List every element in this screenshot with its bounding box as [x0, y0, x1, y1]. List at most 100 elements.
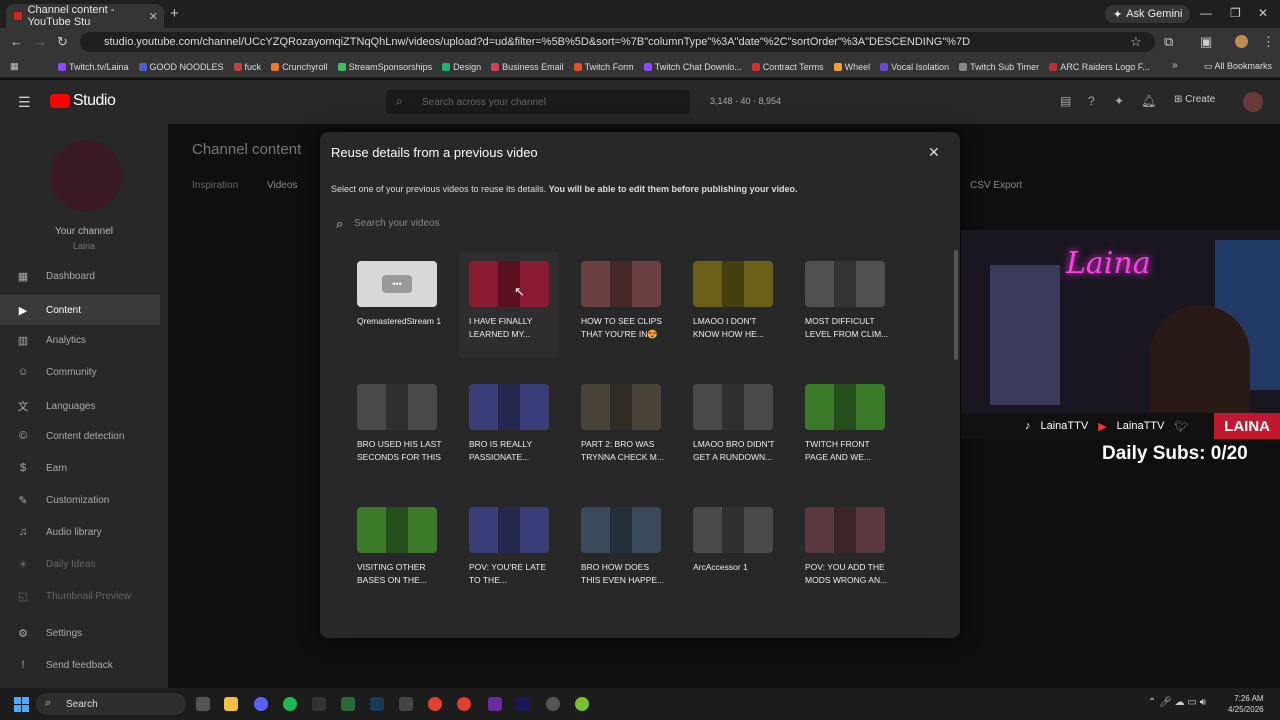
- all-bookmarks-button[interactable]: ▭ All Bookmarks: [1204, 61, 1272, 72]
- discord-icon[interactable]: [254, 697, 268, 711]
- video-card[interactable]: I HAVE FINALLY LEARNED MY...: [469, 261, 559, 341]
- video-thumbnail[interactable]: •••: [357, 261, 437, 307]
- minimize-button[interactable]: —: [1200, 6, 1212, 20]
- bookmark-item[interactable]: Contract Terms: [751, 62, 824, 72]
- sidebar-item-community[interactable]: ☺ Community: [16, 366, 166, 378]
- video-card[interactable]: HOW TO SEE CLIPS THAT YOU'RE IN😍: [581, 261, 671, 341]
- video-thumbnail[interactable]: [805, 507, 885, 553]
- steam-icon[interactable]: [370, 697, 384, 711]
- close-window-button[interactable]: ✕: [1258, 6, 1268, 20]
- back-icon[interactable]: ←: [10, 34, 23, 49]
- video-thumbnail[interactable]: [357, 507, 437, 553]
- bookmark-item[interactable]: GOOD NOODLES: [138, 62, 224, 72]
- sidebar-item-daily-ideas[interactable]: ☀ Daily Ideas: [16, 558, 166, 571]
- video-card[interactable]: LMAOO BRO DIDN'T GET A RUNDOWN...: [693, 384, 783, 464]
- create-button[interactable]: ⊞ Create: [1174, 94, 1215, 105]
- bookmark-item[interactable]: fuck: [233, 62, 261, 72]
- file-explorer-icon[interactable]: [224, 697, 238, 711]
- sidebar-item-content[interactable]: ▶ Content: [0, 295, 160, 325]
- video-card[interactable]: LMAOO I DON'T KNOW HOW HE...: [693, 261, 783, 341]
- sidebar-item-audio-library[interactable]: ♫ Audio library: [16, 526, 166, 538]
- video-card[interactable]: POV: YOU'RE LATE TO THE...: [469, 507, 559, 587]
- dialog-scrollbar[interactable]: [954, 250, 958, 360]
- bookmark-item[interactable]: Twitch Form: [573, 62, 634, 72]
- sidebar-item-thumbnail-preview[interactable]: ◱ Thumbnail Preview: [16, 590, 166, 603]
- video-thumbnail[interactable]: [357, 384, 437, 430]
- video-card[interactable]: ArcAccessor 1: [693, 507, 783, 574]
- sidebar-item-dashboard[interactable]: ▦ Dashboard: [16, 270, 166, 283]
- video-thumbnail[interactable]: [693, 261, 773, 307]
- task-view-icon[interactable]: [196, 697, 210, 711]
- bookmark-item[interactable]: Design: [442, 62, 481, 72]
- help-icon[interactable]: ?: [1088, 94, 1095, 108]
- video-thumbnail[interactable]: [581, 384, 661, 430]
- new-tab-button[interactable]: +: [170, 5, 179, 22]
- bookmark-item[interactable]: StreamSponsorships: [337, 62, 432, 72]
- app-icon[interactable]: [312, 697, 326, 711]
- bookmark-star-icon[interactable]: ☆: [1130, 34, 1142, 50]
- video-thumbnail[interactable]: [469, 384, 549, 430]
- obs-icon[interactable]: [399, 697, 413, 711]
- excel-icon[interactable]: [341, 697, 355, 711]
- clock[interactable]: 7:26 AM 4/25/2026: [1228, 693, 1264, 715]
- video-card[interactable]: PART 2: BRO WAS TRYNNA CHECK M...: [581, 384, 671, 464]
- video-card[interactable]: POV: YOU ADD THE MODS WRONG AN...: [805, 507, 895, 587]
- video-card[interactable]: BRO USED HIS LAST SECONDS FOR THIS: [357, 384, 447, 464]
- video-card[interactable]: BRO IS REALLY PASSIONATE...: [469, 384, 559, 464]
- video-card[interactable]: TWITCH FRONT PAGE AND WE...: [805, 384, 895, 464]
- system-tray[interactable]: ⌃ 🎤︎ ☁ ▭ 🔊︎: [1148, 697, 1206, 708]
- sparkle-icon[interactable]: ✦: [1114, 94, 1124, 108]
- sidebar-item-analytics[interactable]: ▥ Analytics: [16, 334, 166, 347]
- sidebar-item-content-detection[interactable]: © Content detection: [16, 430, 166, 442]
- close-tab-icon[interactable]: ✕: [149, 10, 158, 23]
- reload-icon[interactable]: ↻: [57, 34, 68, 50]
- tab-inspiration[interactable]: Inspiration: [192, 180, 238, 191]
- bookmark-item[interactable]: Twitch Sub Timer: [959, 62, 1039, 72]
- apps-icon[interactable]: ▦: [10, 61, 19, 72]
- app-icon[interactable]: [546, 697, 560, 711]
- more-bookmarks-icon[interactable]: »: [1172, 60, 1178, 71]
- browser-tab[interactable]: Channel content - YouTube Stu ✕: [6, 4, 164, 28]
- sidebar-item-customization[interactable]: ✎ Customization: [16, 494, 166, 507]
- chrome-icon[interactable]: [428, 697, 442, 711]
- video-thumbnail[interactable]: [469, 507, 549, 553]
- sidebar-item-settings[interactable]: ⚙ Settings: [16, 627, 166, 640]
- chrome-active-icon[interactable]: [457, 697, 471, 711]
- tab-videos[interactable]: Videos: [267, 180, 297, 191]
- app-icon[interactable]: [575, 697, 589, 711]
- sidebar-item-send-feedback[interactable]: ! Send feedback: [16, 659, 166, 671]
- bookmark-item[interactable]: Vocal Isolation: [880, 62, 949, 72]
- bookmark-item[interactable]: Crunchyroll: [271, 62, 328, 72]
- notifications-icon[interactable]: 🔔︎: [1141, 94, 1156, 108]
- menu-icon[interactable]: ⋮: [1262, 34, 1275, 50]
- captions-icon[interactable]: ▤: [1060, 94, 1071, 108]
- video-card[interactable]: BRO HOW DOES THIS EVEN HAPPE...: [581, 507, 671, 587]
- ask-gemini-button[interactable]: ✦ Ask Gemini: [1105, 5, 1191, 23]
- sidebar-item-languages[interactable]: 文 Languages: [16, 398, 166, 414]
- video-card[interactable]: ••• QremasteredStream 1: [357, 261, 447, 328]
- taskbar-search[interactable]: Search: [36, 693, 186, 715]
- maximize-button[interactable]: ❐: [1230, 6, 1241, 20]
- bookmark-item[interactable]: Business Email: [491, 62, 564, 72]
- spotify-icon[interactable]: [283, 697, 297, 711]
- windows-start-icon[interactable]: [14, 697, 29, 712]
- studio-logo[interactable]: Studio: [50, 92, 116, 110]
- close-dialog-icon[interactable]: ✕: [928, 144, 940, 161]
- video-thumbnail[interactable]: [805, 384, 885, 430]
- video-thumbnail[interactable]: [581, 261, 661, 307]
- extensions-icon[interactable]: ⧉: [1164, 34, 1173, 50]
- sidebar-item-earn[interactable]: $ Earn: [16, 462, 166, 474]
- channel-avatar[interactable]: [50, 140, 122, 212]
- bookmark-item[interactable]: Twitch.tv/Laina: [58, 62, 129, 72]
- csv-export-button[interactable]: CSV Export: [970, 180, 1022, 191]
- video-thumbnail[interactable]: [805, 261, 885, 307]
- video-thumbnail[interactable]: [581, 507, 661, 553]
- premiere-icon[interactable]: [516, 697, 530, 711]
- video-card[interactable]: VISITING OTHER BASES ON THE...: [357, 507, 447, 587]
- video-thumbnail[interactable]: [469, 261, 549, 307]
- channel-search-input[interactable]: Search across your channel: [386, 90, 690, 114]
- bookmark-item[interactable]: ARC Raiders Logo F...: [1049, 62, 1150, 72]
- url-field[interactable]: studio.youtube.com/channel/UCcYZQRozayom…: [80, 32, 1155, 52]
- search-videos-input[interactable]: [354, 215, 654, 231]
- account-avatar[interactable]: [1243, 92, 1263, 112]
